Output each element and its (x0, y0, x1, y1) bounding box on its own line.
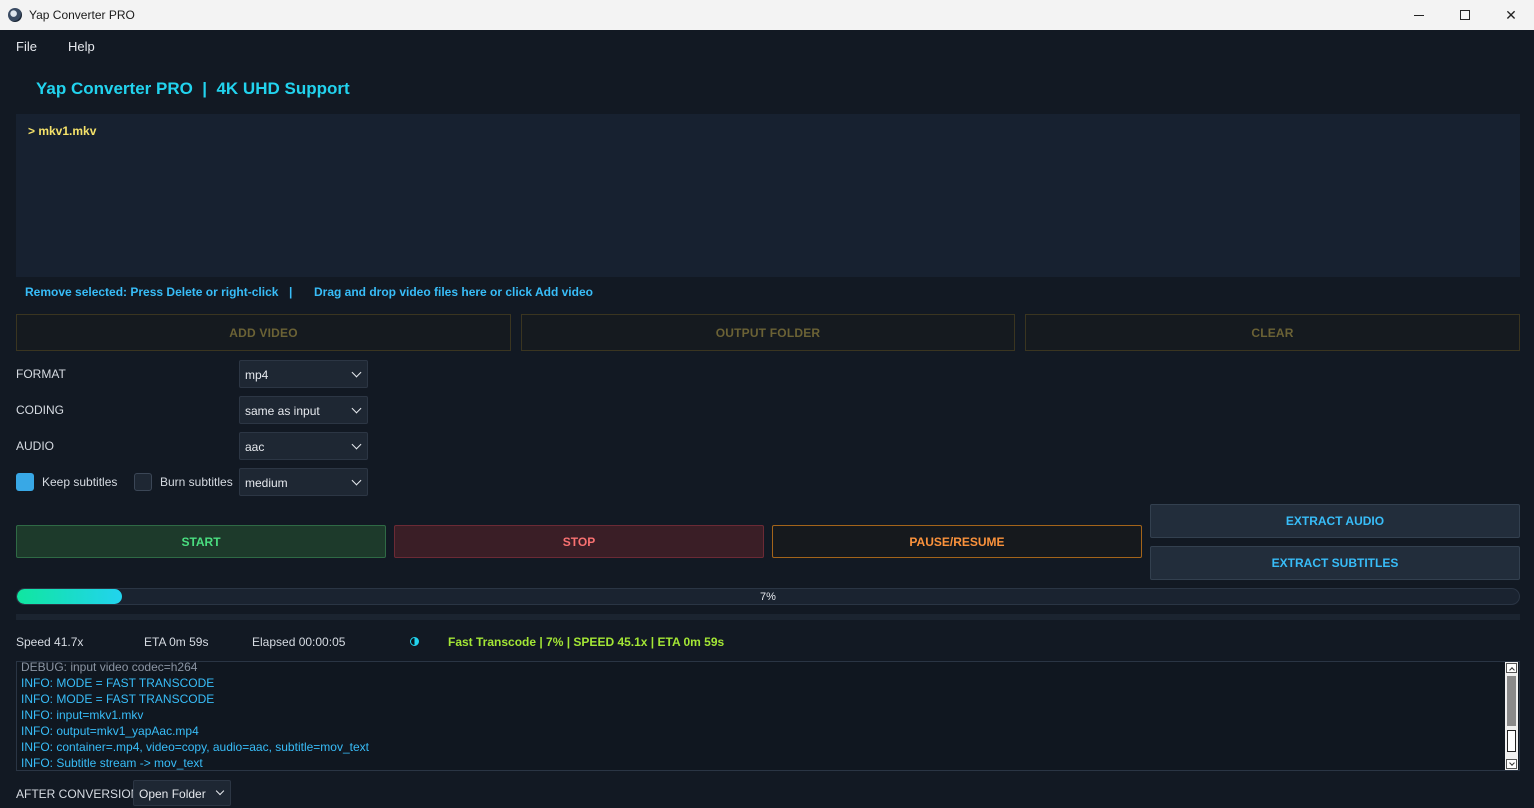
scroll-up-icon[interactable] (1506, 663, 1517, 673)
app-heading: Yap Converter PRO | 4K UHD Support (36, 79, 350, 98)
log-line: INFO: input=mkv1.mkv (21, 708, 144, 722)
format-select[interactable]: mp4 (239, 360, 368, 388)
divider (16, 614, 1520, 620)
file-list-item[interactable]: > mkv1.mkv (28, 124, 96, 138)
audio-select[interactable]: aac (239, 432, 368, 460)
after-conversion-value: Open Folder (139, 787, 206, 801)
log-scrollbar[interactable] (1505, 662, 1518, 770)
close-icon[interactable]: ✕ (1488, 0, 1534, 30)
keep-subtitles-label: Keep subtitles (42, 475, 118, 489)
audio-value: aac (245, 440, 265, 454)
coding-select[interactable]: same as input (239, 396, 368, 424)
maximize-icon[interactable] (1442, 0, 1488, 30)
drag-drop-hint: Drag and drop video files here or click … (314, 285, 593, 299)
hint-separator: | (289, 285, 293, 299)
burn-subtitles-checkbox[interactable] (134, 473, 152, 491)
format-label: FORMAT (16, 367, 66, 381)
coding-label: CODING (16, 403, 64, 417)
quality-select[interactable]: medium (239, 468, 368, 496)
progress-label: 7% (760, 591, 776, 603)
progress-bar: 7% (16, 588, 1520, 605)
elapsed-stat: Elapsed 00:00:05 (252, 635, 346, 649)
clear-button[interactable]: CLEAR (1025, 314, 1520, 351)
chevron-down-icon (351, 403, 362, 414)
coding-value: same as input (245, 404, 320, 418)
title-bar: Yap Converter PRO ✕ (0, 0, 1534, 30)
pause-resume-button[interactable]: PAUSE/RESUME (772, 525, 1142, 558)
start-button[interactable]: START (16, 525, 386, 558)
spinner-icon (410, 637, 419, 646)
menu-file[interactable]: File (16, 39, 37, 54)
speed-stat: Speed 41.7x (16, 635, 84, 649)
chevron-down-icon (215, 786, 225, 796)
after-conversion-label: AFTER CONVERSION (16, 787, 140, 801)
scroll-handle[interactable] (1507, 730, 1516, 752)
window-title: Yap Converter PRO (29, 8, 135, 22)
menu-help[interactable]: Help (68, 39, 95, 54)
log-line: INFO: output=mkv1_yapAac.mp4 (21, 724, 199, 738)
minimize-icon[interactable] (1396, 0, 1442, 30)
log-line: INFO: container=.mp4, video=copy, audio=… (21, 740, 369, 754)
status-text: Fast Transcode | 7% | SPEED 45.1x | ETA … (448, 635, 725, 649)
extract-subtitles-button[interactable]: EXTRACT SUBTITLES (1150, 546, 1520, 580)
output-folder-button[interactable]: OUTPUT FOLDER (521, 314, 1015, 351)
scroll-down-icon[interactable] (1506, 759, 1517, 769)
remove-hint: Remove selected: Press Delete or right-c… (25, 285, 279, 299)
log-line: DEBUG: input video codec=h264 (21, 661, 198, 674)
after-conversion-select[interactable]: Open Folder (133, 780, 231, 806)
log-line: INFO: MODE = FAST TRANSCODE (21, 676, 215, 690)
eta-stat: ETA 0m 59s (144, 635, 209, 649)
add-video-button[interactable]: ADD VIDEO (16, 314, 511, 351)
burn-subtitles-label: Burn subtitles (160, 475, 233, 489)
quality-value: medium (245, 476, 288, 490)
app-logo-icon (8, 8, 22, 22)
chevron-down-icon (351, 475, 362, 486)
format-value: mp4 (245, 368, 269, 382)
chevron-down-icon (351, 439, 362, 450)
log-line: INFO: MODE = FAST TRANSCODE (21, 692, 215, 706)
extract-audio-button[interactable]: EXTRACT AUDIO (1150, 504, 1520, 538)
chevron-down-icon (351, 367, 362, 378)
stop-button[interactable]: STOP (394, 525, 764, 558)
log-panel[interactable]: DEBUG: input video codec=h264 INFO: MODE… (16, 661, 1520, 771)
keep-subtitles-checkbox[interactable] (16, 473, 34, 491)
file-list[interactable]: > mkv1.mkv (16, 114, 1520, 277)
scroll-thumb[interactable] (1507, 676, 1516, 726)
audio-label: AUDIO (16, 439, 55, 453)
log-line: INFO: Subtitle stream -> mov_text (21, 756, 203, 770)
